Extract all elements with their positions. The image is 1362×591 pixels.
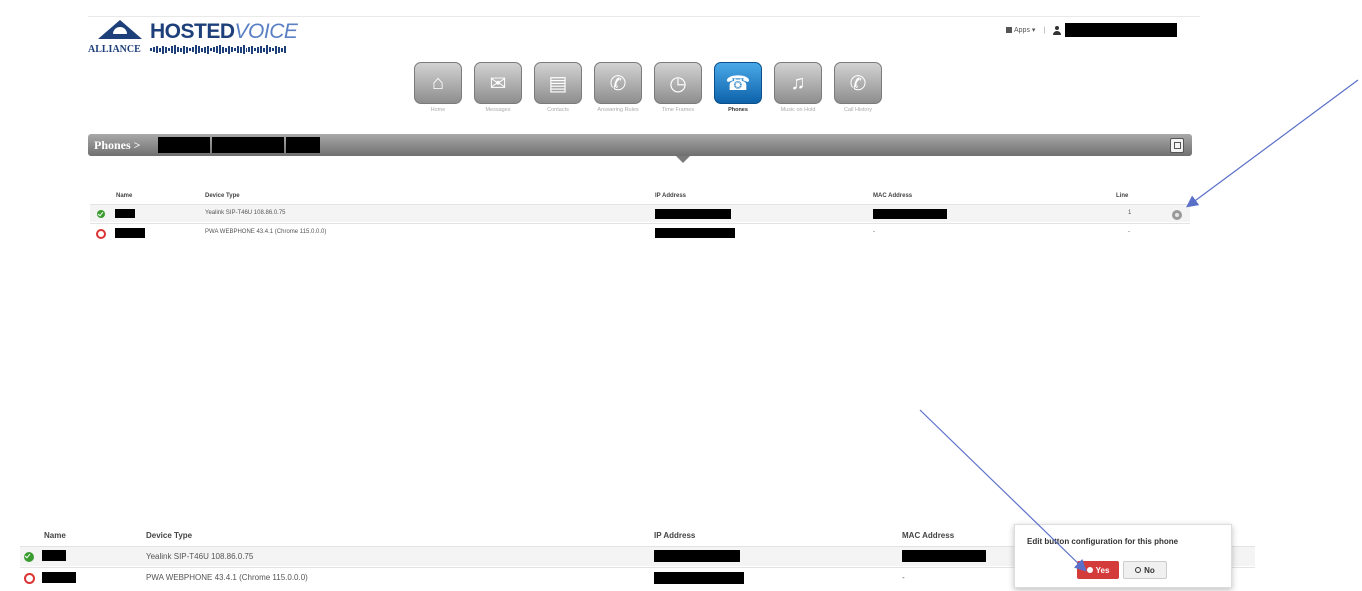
arrow-to-gear (1186, 79, 1359, 208)
annotation-arrows (919, 79, 1359, 572)
arrow-to-yes (919, 409, 1087, 572)
